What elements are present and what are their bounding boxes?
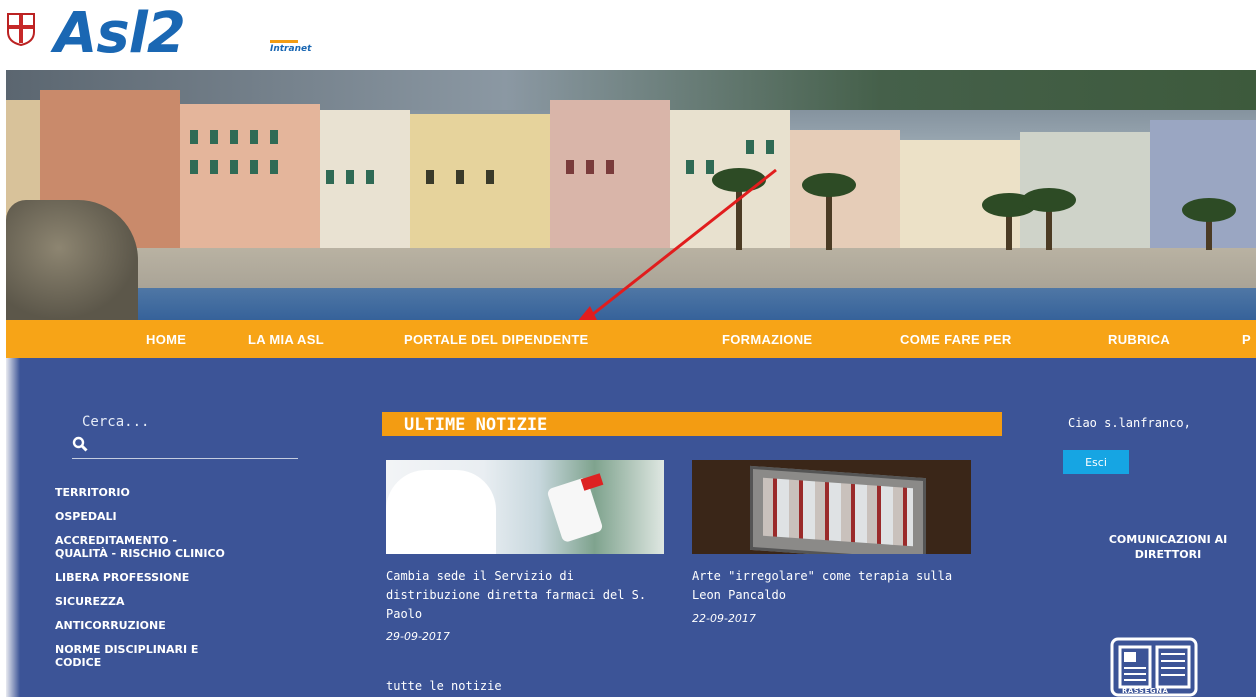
site-header: Asl2 Intranet <box>0 0 1256 70</box>
logout-button[interactable]: Esci <box>1063 450 1129 474</box>
nav-more[interactable]: P <box>1242 332 1251 347</box>
search-input[interactable]: Cerca... <box>82 414 149 430</box>
comunicazioni-direttori-link[interactable]: COMUNICAZIONI AI DIRETTORI <box>1078 532 1256 562</box>
news-section-heading: ULTIME NOTIZIE <box>382 412 1002 436</box>
sidebar-item-anticorruzione[interactable]: ANTICORRUZIONE <box>55 619 255 632</box>
news-thumbnail-art[interactable] <box>692 460 971 554</box>
sidebar-item-sicurezza[interactable]: SICUREZZA <box>55 595 255 608</box>
news-date-1: 29-09-2017 <box>386 630 450 643</box>
sidebar-item-territorio[interactable]: TERRITORIO <box>55 486 255 499</box>
main-nav: HOME LA MIA ASL PORTALE DEL DIPENDENTE F… <box>6 320 1256 358</box>
nav-la-mia-asl[interactable]: LA MIA ASL <box>248 332 324 347</box>
sidebar-item-ospedali[interactable]: OSPEDALI <box>55 510 255 523</box>
logo-accent <box>270 40 298 43</box>
nav-rubrica[interactable]: RUBRICA <box>1108 332 1170 347</box>
content-shadow <box>6 358 20 697</box>
search-underline <box>72 458 298 459</box>
user-greeting: Ciao s.lanfranco, <box>1068 416 1191 430</box>
news-heading-label: ULTIME NOTIZIE <box>404 415 548 435</box>
pharmacist-figure <box>386 470 496 554</box>
bottle-cap <box>580 473 604 491</box>
rassegna-label: RASSEGNA <box>1122 687 1169 695</box>
news-title-1[interactable]: Cambia sede il Servizio di distribuzione… <box>386 567 666 624</box>
all-news-link[interactable]: tutte le notizie <box>386 679 502 693</box>
news-thumbnail-pharmacy[interactable] <box>386 460 664 554</box>
sidebar-item-libera-professione[interactable]: LIBERA PROFESSIONE <box>55 571 255 584</box>
artwork-frame <box>750 465 926 554</box>
sidebar-item-norme-disciplinari[interactable]: NORME DISCIPLINARI E CODICE <box>55 643 230 669</box>
search-icon[interactable] <box>72 436 88 452</box>
sidebar-menu: TERRITORIO OSPEDALI ACCREDITAMENTO - QUA… <box>55 486 255 680</box>
logo-subtitle: Intranet <box>270 44 312 54</box>
nav-portale-del-dipendente[interactable]: PORTALE DEL DIPENDENTE <box>404 332 589 347</box>
artwork-image <box>763 477 913 547</box>
hero-banner <box>6 70 1256 320</box>
news-date-2: 22-09-2017 <box>692 612 756 625</box>
red-arrow-annotation-icon <box>578 168 777 320</box>
nav-home[interactable]: HOME <box>146 332 186 347</box>
site-logo[interactable]: Asl2 <box>54 2 186 66</box>
nav-formazione[interactable]: FORMAZIONE <box>722 332 812 347</box>
nav-come-fare-per[interactable]: COME FARE PER <box>900 332 1012 347</box>
news-title-2[interactable]: Arte "irregolare" come terapia sulla Leo… <box>692 567 972 605</box>
liguria-crest-icon <box>7 13 35 46</box>
sidebar-item-accreditamento[interactable]: ACCREDITAMENTO - QUALITÀ - RISCHIO CLINI… <box>55 534 230 560</box>
